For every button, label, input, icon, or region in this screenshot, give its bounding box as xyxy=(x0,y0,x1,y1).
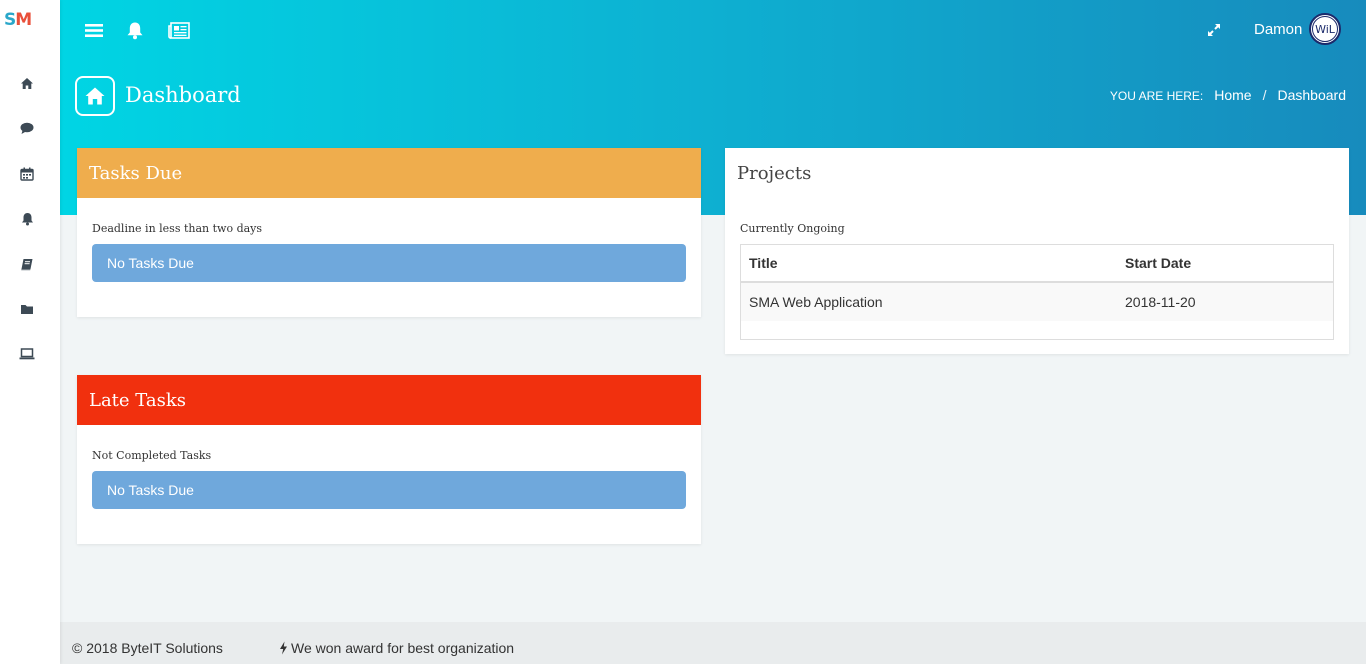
laptop-icon xyxy=(19,348,35,360)
tasks-due-title: Tasks Due xyxy=(77,148,701,198)
footer-award-text: We won award for best organization xyxy=(291,640,515,656)
menu-icon xyxy=(85,23,103,37)
project-start-date-cell: 2018-11-20 xyxy=(1125,294,1196,310)
late-tasks-card: Late Tasks Not Completed Tasks No Tasks … xyxy=(77,375,701,544)
user-name[interactable]: Damon xyxy=(1254,21,1302,38)
tasks-due-message: No Tasks Due xyxy=(92,244,686,282)
table-header-row: Title Start Date xyxy=(741,245,1333,283)
footer-award: We won award for best organization xyxy=(279,640,514,656)
breadcrumb-label: YOU ARE HERE: xyxy=(1109,89,1204,103)
notifications-button[interactable] xyxy=(125,20,145,40)
news-button[interactable] xyxy=(168,20,190,40)
menu-toggle-button[interactable] xyxy=(84,20,104,40)
footer-copyright: © 2018 ByteIT Solutions xyxy=(72,640,223,656)
projects-title: Projects xyxy=(725,148,1349,198)
breadcrumb: YOU ARE HERE: Home / Dashboard xyxy=(1110,87,1346,103)
avatar[interactable]: WiL xyxy=(1309,13,1341,45)
late-tasks-subtitle: Not Completed Tasks xyxy=(92,449,212,462)
sidebar-item-home[interactable] xyxy=(18,74,36,92)
late-tasks-message: No Tasks Due xyxy=(92,471,686,509)
sidebar-item-book[interactable] xyxy=(18,255,36,273)
footer: © 2018 ByteIT Solutions We won award for… xyxy=(60,622,1366,664)
sidebar-item-calendar[interactable] xyxy=(18,165,36,183)
sidebar: SM xyxy=(0,0,60,664)
project-title-cell: SMA Web Application xyxy=(749,294,883,310)
page-title: Dashboard xyxy=(125,83,241,107)
bell-icon xyxy=(21,213,33,226)
bell-icon xyxy=(127,22,143,39)
tasks-due-card: Tasks Due Deadline in less than two days… xyxy=(77,148,701,317)
column-header-start-date[interactable]: Start Date xyxy=(1125,255,1191,271)
calendar-icon xyxy=(20,167,34,181)
projects-subtitle: Currently Ongoing xyxy=(740,222,845,235)
home-icon xyxy=(21,77,33,89)
table-row[interactable]: SMA Web Application 2018-11-20 xyxy=(741,283,1333,321)
folder-icon xyxy=(21,305,33,314)
page-icon xyxy=(75,76,115,116)
column-header-title[interactable]: Title xyxy=(749,255,778,271)
breadcrumb-home[interactable]: Home xyxy=(1214,87,1251,103)
chat-icon xyxy=(20,122,34,134)
lightning-icon xyxy=(280,641,287,655)
home-icon xyxy=(85,87,105,105)
fullscreen-button[interactable] xyxy=(1205,21,1223,39)
sidebar-item-laptop[interactable] xyxy=(18,345,36,363)
app-logo[interactable]: SM xyxy=(4,10,32,30)
book-icon xyxy=(21,258,33,270)
expand-icon xyxy=(1208,24,1220,36)
sidebar-item-folder[interactable] xyxy=(18,300,36,318)
projects-table: Title Start Date SMA Web Application 201… xyxy=(740,244,1334,340)
late-tasks-title: Late Tasks xyxy=(77,375,701,425)
breadcrumb-current: Dashboard xyxy=(1277,87,1347,103)
projects-card: Projects Currently Ongoing Title Start D… xyxy=(725,148,1349,354)
breadcrumb-separator: / xyxy=(1262,87,1267,103)
newspaper-icon xyxy=(168,21,190,39)
sidebar-item-chat[interactable] xyxy=(18,119,36,137)
tasks-due-subtitle: Deadline in less than two days xyxy=(92,222,263,235)
avatar-text: WiL xyxy=(1312,16,1338,42)
sidebar-item-notifications[interactable] xyxy=(18,210,36,228)
